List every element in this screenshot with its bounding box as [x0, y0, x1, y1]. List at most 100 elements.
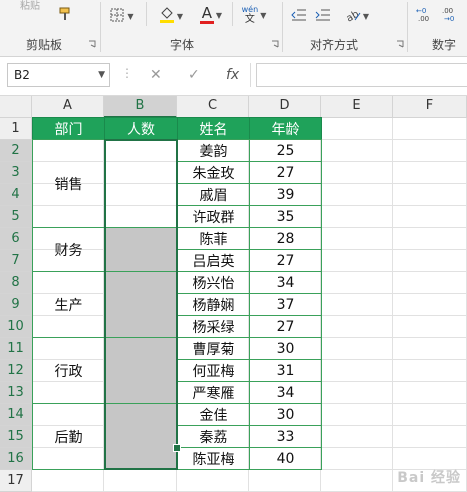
insert-function-icon[interactable]: fx: [226, 67, 239, 83]
font-launcher-icon[interactable]: [271, 40, 279, 48]
svg-text:→0: →0: [444, 15, 454, 22]
name-cell[interactable]: 杨兴怡: [177, 271, 250, 294]
age-cell[interactable]: 25: [249, 139, 322, 162]
clipboard-launcher-icon[interactable]: [88, 40, 96, 48]
age-cell[interactable]: 39: [249, 183, 322, 206]
fill-handle[interactable]: [173, 444, 181, 452]
column-header-d[interactable]: D: [249, 96, 321, 118]
fill-color-button[interactable]: ▼: [154, 6, 188, 26]
name-cell[interactable]: 姜韵: [177, 139, 250, 162]
name-cell[interactable]: 朱金玫: [177, 161, 250, 184]
count-cell[interactable]: [104, 403, 178, 470]
header-age[interactable]: 年龄: [249, 117, 322, 140]
row-header-16[interactable]: 16: [0, 448, 32, 470]
increase-indent-button[interactable]: [312, 6, 334, 26]
row-header-9[interactable]: 9: [0, 294, 32, 316]
decrease-decimal-button[interactable]: .00 →0: [439, 6, 463, 26]
name-cell[interactable]: 陈亚梅: [177, 447, 250, 470]
dept-cell[interactable]: 财务: [32, 227, 105, 272]
header-name[interactable]: 姓名: [177, 117, 250, 140]
column-header-a[interactable]: A: [32, 96, 104, 118]
age-cell[interactable]: 40: [249, 447, 322, 470]
row-header-10[interactable]: 10: [0, 316, 32, 338]
column-header-b[interactable]: B: [104, 96, 177, 118]
font-color-button[interactable]: A ▼: [194, 4, 228, 26]
svg-text:←0: ←0: [416, 7, 426, 15]
age-cell[interactable]: 27: [249, 249, 322, 272]
name-cell[interactable]: 何亚梅: [177, 359, 250, 382]
row-header-7[interactable]: 7: [0, 250, 32, 272]
decrease-indent-button[interactable]: [288, 6, 310, 26]
name-cell[interactable]: 严寒雁: [177, 381, 250, 404]
paste-label-faded: 粘贴: [20, 1, 40, 12]
alignment-launcher-icon[interactable]: [396, 40, 404, 48]
row-header-17[interactable]: 17: [0, 470, 32, 492]
font-color-icon: A: [199, 6, 214, 24]
header-dept[interactable]: 部门: [32, 117, 105, 140]
row-header-11[interactable]: 11: [0, 338, 32, 360]
phonetic-guide-button[interactable]: wén 文 ▼: [237, 4, 271, 26]
age-cell[interactable]: 34: [249, 381, 322, 404]
age-cell[interactable]: 27: [249, 161, 322, 184]
row-header-1[interactable]: 1: [0, 118, 32, 140]
dept-cell[interactable]: 生产: [32, 271, 105, 338]
name-cell[interactable]: 杨静娴: [177, 293, 250, 316]
dept-cell[interactable]: 后勤: [32, 403, 105, 470]
borders-icon: [110, 7, 124, 26]
decrease-indent-icon: [291, 7, 307, 26]
column-header-f[interactable]: F: [393, 96, 467, 118]
header-count[interactable]: 人数: [104, 117, 178, 140]
name-cell[interactable]: 金佳: [177, 403, 250, 426]
text-orientation-icon: ab: [345, 7, 361, 26]
column-header-e[interactable]: E: [321, 96, 393, 118]
row-header-13[interactable]: 13: [0, 382, 32, 404]
count-cell[interactable]: [104, 337, 178, 404]
age-cell[interactable]: 27: [249, 315, 322, 338]
format-painter-button[interactable]: [56, 6, 76, 26]
age-cell[interactable]: 30: [249, 337, 322, 360]
name-cell[interactable]: 曹厚菊: [177, 337, 250, 360]
font-color-swatch: [199, 21, 214, 24]
row-header-6[interactable]: 6: [0, 228, 32, 250]
age-cell[interactable]: 30: [249, 403, 322, 426]
column-header-c[interactable]: C: [177, 96, 249, 118]
watermark: Bai 经验: [397, 470, 461, 486]
orientation-button[interactable]: ab ▼: [342, 6, 372, 26]
dept-cell[interactable]: 行政: [32, 337, 105, 404]
count-cell[interactable]: [104, 227, 178, 272]
age-cell[interactable]: 31: [249, 359, 322, 382]
name-box[interactable]: B2 ▼: [7, 63, 110, 87]
select-all-corner[interactable]: [0, 96, 32, 118]
name-cell[interactable]: 吕启英: [177, 249, 250, 272]
number-group-label: 数字: [432, 38, 457, 52]
count-cell[interactable]: [104, 139, 178, 228]
age-cell[interactable]: 33: [249, 425, 322, 448]
borders-button[interactable]: ▼: [108, 6, 136, 26]
age-cell[interactable]: 35: [249, 205, 322, 228]
row-header-4[interactable]: 4: [0, 184, 32, 206]
age-cell[interactable]: 28: [249, 227, 322, 250]
more-options-icon[interactable]: ⋮: [121, 66, 133, 80]
count-cell[interactable]: [104, 271, 178, 338]
row-header-15[interactable]: 15: [0, 426, 32, 448]
row-header-3[interactable]: 3: [0, 162, 32, 184]
chevron-down-icon[interactable]: ▼: [98, 64, 105, 86]
cancel-icon[interactable]: ✕: [150, 67, 162, 83]
dept-cell[interactable]: 销售: [32, 139, 105, 228]
age-cell[interactable]: 34: [249, 271, 322, 294]
row-header-12[interactable]: 12: [0, 360, 32, 382]
chevron-down-icon: ▼: [362, 11, 370, 21]
formula-input[interactable]: [256, 63, 467, 87]
name-cell[interactable]: 许政群: [177, 205, 250, 228]
row-header-2[interactable]: 2: [0, 140, 32, 162]
row-header-14[interactable]: 14: [0, 404, 32, 426]
name-cell[interactable]: 戚眉: [177, 183, 250, 206]
increase-decimal-button[interactable]: ←0.00: [413, 6, 437, 26]
name-cell[interactable]: 陈菲: [177, 227, 250, 250]
name-cell[interactable]: 杨采绿: [177, 315, 250, 338]
age-cell[interactable]: 37: [249, 293, 322, 316]
name-cell[interactable]: 秦荔: [177, 425, 250, 448]
row-header-5[interactable]: 5: [0, 206, 32, 228]
enter-icon[interactable]: ✓: [188, 67, 200, 83]
row-header-8[interactable]: 8: [0, 272, 32, 294]
